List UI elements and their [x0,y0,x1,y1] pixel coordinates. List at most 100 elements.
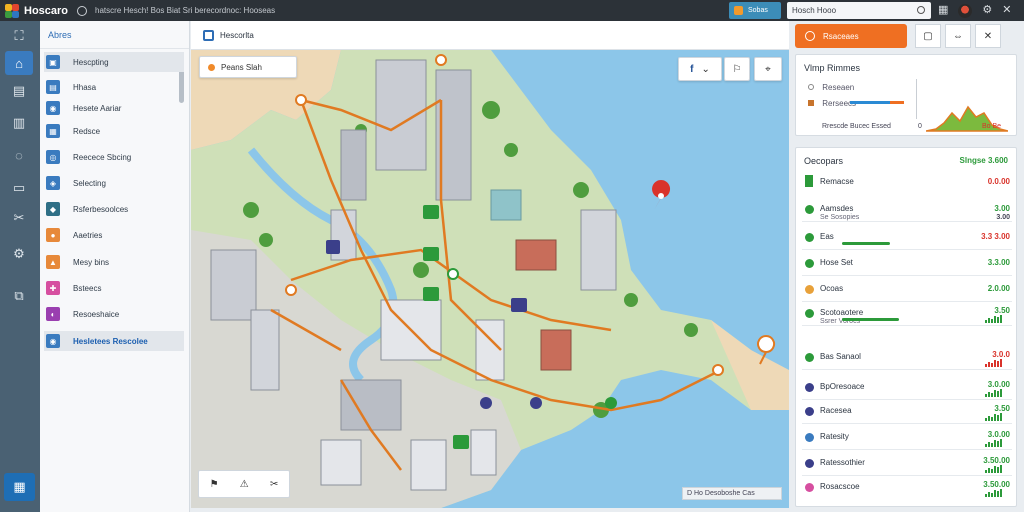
home-icon[interactable]: ⌂ [5,51,33,75]
sidebar-item[interactable]: ◎ Reecece Sbcing [44,147,184,167]
compass-icon[interactable]: ◌ [5,143,33,167]
detail-row[interactable]: Rosacscoe 3.50.00 [796,478,1018,498]
detail-row[interactable]: Ratesity 3.0.00 [796,428,1018,448]
status-dot-icon [805,259,814,268]
search-input[interactable]: Hosch Hooo [787,2,931,19]
map-illustration [191,50,789,508]
detail-row-value: 3.0.00 [987,430,1010,439]
sidebar-item[interactable]: ◉ Hesletees Rescolee [44,331,184,351]
detail-row[interactable]: Hose Set 3.3.00 [796,254,1018,274]
nav-rail: ⛶ ⌂ ▤ ▥ ◌ ▭ ✂ ⚙ ⧉ ▦ [0,21,40,512]
close-icon[interactable]: ✕ [975,24,1001,48]
sidebar-item[interactable]: ✚ Bsteecs [44,278,184,298]
warning-tool-icon[interactable]: ⚠ [240,479,249,490]
detail-row[interactable]: Ocoas 2.0.00 [796,280,1018,300]
settings-icon[interactable]: ⚙ [5,242,33,266]
chevron-down-icon[interactable]: ⌄ [701,64,709,75]
app-subtitle: hatscre Hesch! Bos Biat Sri berecordnoc:… [95,6,276,15]
sidebar-item-icon: ◎ [46,150,60,164]
detail-row[interactable]: Ratessothier 3.50.00 [796,454,1018,474]
detail-row[interactable]: BpOresoace 3.0.00 [796,378,1018,398]
globe-icon[interactable] [77,5,88,16]
sidebar-item-icon: ◐ [46,307,60,321]
sidebar-item[interactable]: ◆ Rsferbesoolces [44,199,184,219]
row-divider [802,423,1012,424]
detail-row-label: Hose Set [820,258,853,267]
map-canvas[interactable]: Peans Slah f ⌄ ⚐ ⌖ ⚑ ⚠ ✂ D Ho Desoboshe … [191,50,789,508]
sidebar-item-label: Redsce [73,126,101,136]
calendar-icon[interactable]: ▦ [4,473,35,501]
detail-row[interactable]: Eas 3.3 3.00 [796,228,1018,248]
map-layer-control[interactable]: f ⌄ [678,57,722,81]
close-icon[interactable]: ✕ [1002,5,1011,16]
sidebar-item[interactable]: ◐ Resoeshaice [44,304,184,324]
detail-row-value: 2.0.00 [987,284,1010,293]
marker-tool-icon[interactable]: ⚑ [210,479,219,490]
detail-row-label: Ratessothier [820,458,865,467]
summary-axis [916,79,917,119]
layer-icon[interactable]: f [690,64,693,75]
row-divider [802,369,1012,370]
sidebar-item-label: Selecting [73,178,106,188]
locate-icon: ⌖ [765,63,771,75]
cut-tool-icon[interactable]: ✂ [270,479,278,490]
sidebar-item[interactable]: ▤ Hhasa [44,77,184,97]
sidebar-item-label: Resoeshaice [73,309,120,319]
detail-row[interactable]: Scotoaotere Ssrer Vorocs 3.50 [796,304,1018,325]
clipboard-icon[interactable]: ▢ [915,24,941,48]
row-divider [802,475,1012,476]
summary-row-1-label: Reseaen [822,83,855,92]
search-icon[interactable] [917,6,925,14]
row-divider [802,275,1012,276]
grid-icon[interactable]: ▦ [938,5,948,16]
detail-row-value: 3.0.00 [987,380,1010,389]
map-panel-icon [203,29,214,41]
sidebar-item[interactable]: ◈ Selecting [44,173,184,193]
sidebar-item-label: Aaetries [73,230,103,240]
map-flag-button[interactable]: ⚐ [724,57,750,81]
app-logo-icon [5,3,19,18]
sidebar-item[interactable]: ◉ Hesete Aariar [44,98,184,118]
sidebar-item-label: Hhasa [73,82,97,92]
detail-row[interactable]: Racesea 3.50 [796,402,1018,422]
detail-row-label: Ratesity [820,432,849,441]
summary-title: Vlmp Rimmes [804,63,861,73]
summary-area-chart [926,105,1008,132]
sidebar-item-icon: ▦ [46,124,60,138]
map-attribution: D Ho Desoboshe Cas [682,487,782,500]
map-title: Hescorlta [220,30,254,40]
search-value: Hosch Hooo [792,6,837,15]
map-locate-button[interactable]: ⌖ [754,57,782,81]
radio-icon[interactable] [808,84,814,90]
sobas-button[interactable]: Sobas [729,2,781,19]
detail-row[interactable]: Bas Sanaol 3.0.0 [796,348,1018,368]
sidebar-item-label: Rsferbesoolces [73,204,129,214]
detail-row-value: 3.00 [994,204,1010,213]
detail-row[interactable]: Aamsdes Se Sosopies 3.00 3.00 [796,200,1018,221]
detail-first-row[interactable]: Remacse 0.0.00 [796,172,1018,192]
flag-icon [805,175,813,187]
tools-icon[interactable]: ✂ [5,206,33,230]
layers-icon[interactable]: ⧉ [5,284,33,308]
sidebar-item-icon: ◈ [46,176,60,190]
primary-action-button[interactable]: Rsaceaes [795,24,907,48]
settings-icon[interactable]: ⚙ [982,5,992,16]
expand-icon[interactable]: ⇔ [945,24,971,48]
detail-row-label: Eas [820,232,834,241]
window-controls: ▦ ⚙ ✕ [938,0,1012,21]
avatar[interactable] [958,3,973,18]
sidebar-item[interactable]: ▲ Mesy bins [44,252,184,272]
sidebar-item-icon: ● [46,228,60,242]
right-toolbar: Rsaceaes ▢ ⇔ ✕ [795,24,1019,48]
sidebar-item[interactable]: ● Aaetries [44,225,184,245]
sidebar-item-icon: ▣ [46,55,60,69]
sidebar-item[interactable]: ▦ Redsce [44,121,184,141]
sidebar-item[interactable]: ▣ Hescpting [44,52,184,72]
grid-icon[interactable]: ▤ [5,79,33,103]
map-search-box[interactable]: Peans Slah [199,56,297,78]
detail-row-sublabel: Se Sosopies [820,214,860,221]
chart-icon[interactable]: ▥ [5,111,33,135]
card-icon[interactable]: ▭ [5,176,33,200]
map-icon[interactable]: ⛶ [5,24,33,48]
square-icon [734,6,743,15]
